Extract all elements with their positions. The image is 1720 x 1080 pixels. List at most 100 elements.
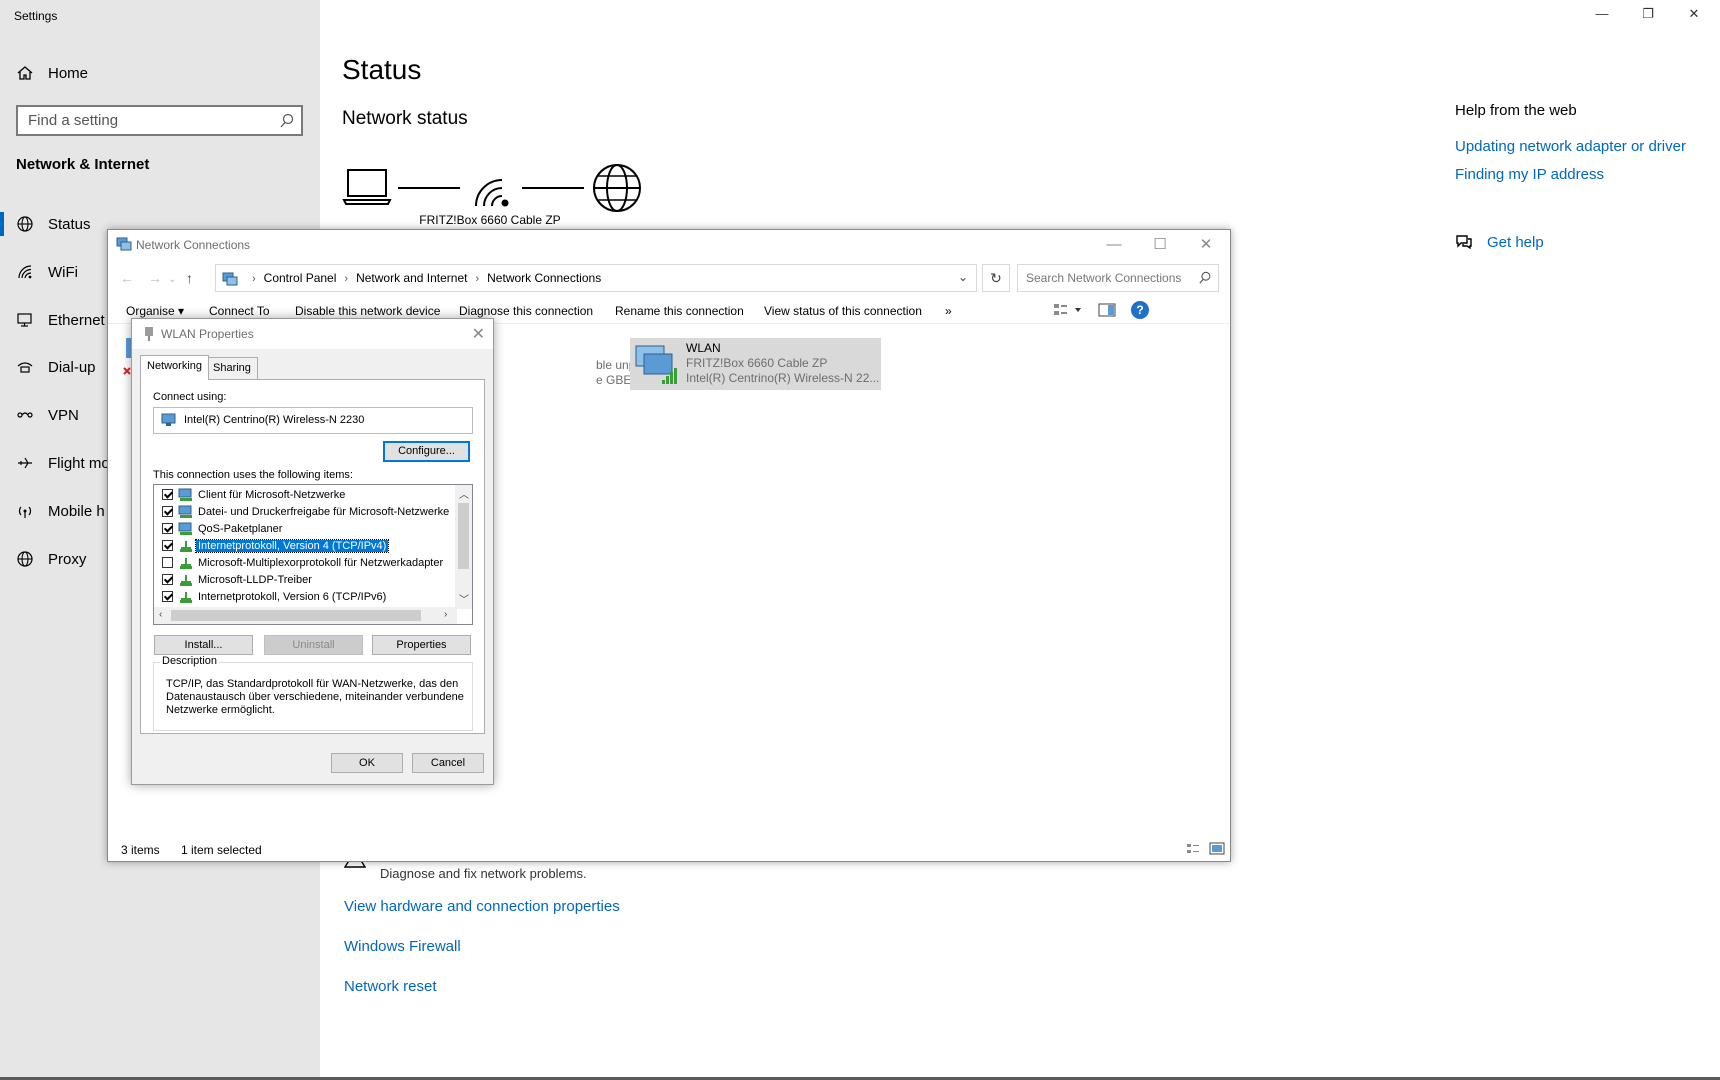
back-button[interactable]: ← [120,270,134,286]
item-label: Microsoft-LLDP-Treiber [198,573,312,586]
nav-home[interactable]: Home [0,53,320,93]
checkbox[interactable] [162,489,173,500]
checkbox[interactable] [162,523,173,534]
hotspot-icon [14,500,36,522]
configure-button[interactable]: Configure... [383,441,470,462]
help-link-find-ip[interactable]: Finding my IP address [1455,166,1604,183]
view-toggle-icons[interactable] [1186,842,1226,856]
dialog-title-bar[interactable]: WLAN Properties ✕ [132,319,493,349]
list-item-selected[interactable]: Internetprotokoll, Version 4 (TCP/IPv4) [154,537,454,554]
search-placeholder: Find a setting [28,112,119,129]
refresh-button[interactable]: ↻ [982,264,1010,292]
description-text: TCP/IP, das Standardprotokoll für WAN-Ne… [166,678,464,716]
breadcrumb-network-internet[interactable]: Network and Internet [356,271,467,285]
list-item[interactable]: Client für Microsoft-Netzwerke [154,486,454,503]
adapter-field: Intel(R) Centrino(R) Wireless-N 2230 [153,407,473,434]
checkbox[interactable] [162,574,173,585]
checkbox[interactable] [162,506,173,517]
wlan-connection-item[interactable]: WLAN FRITZ!Box 6660 Cable ZP Intel(R) Ce… [630,338,881,390]
organise-menu[interactable]: Organise ▾ [126,304,184,318]
help-link-update-driver[interactable]: Updating network adapter or driver [1455,138,1686,155]
scroll-down-icon[interactable]: ﹀ [459,591,469,606]
forward-button[interactable]: → [148,270,162,286]
scroll-up-icon[interactable]: ︿ [459,486,469,501]
checkbox[interactable] [162,591,173,602]
wlan-properties-dialog: WLAN Properties ✕ Networking Sharing Con… [131,318,494,785]
properties-button[interactable]: Properties [372,635,471,655]
checkbox[interactable] [162,540,173,551]
help-icon[interactable]: ? [1131,301,1149,319]
connect-using-label: Connect using: [153,391,227,403]
search-input[interactable]: Find a setting [16,105,303,136]
horizontal-scrollbar[interactable]: ‹ › [154,607,457,624]
search-input[interactable]: Search Network Connections [1017,264,1219,292]
network-reset-link[interactable]: Network reset [344,978,437,995]
more-commands-button[interactable]: » [945,304,952,318]
nav-item-label: Dial-up [48,358,96,376]
checkbox[interactable] [162,557,173,568]
vertical-scrollbar[interactable]: ︿ ﹀ [455,485,472,609]
wireless-adapter-icon [635,345,677,384]
tab-networking[interactable]: Networking [140,355,210,380]
search-icon [280,113,294,128]
item-label: Internetprotokoll, Version 6 (TCP/IPv6) [198,590,387,603]
tab-sharing[interactable]: Sharing [206,357,258,379]
breadcrumb-network-connections[interactable]: Network Connections [487,271,601,285]
minimize-button[interactable]: — [1092,232,1136,258]
components-list[interactable]: Client für Microsoft-Netzwerke Datei- un… [153,484,473,625]
scroll-left-icon[interactable]: ‹ [159,609,162,620]
list-item[interactable]: Microsoft-Multiplexorprotokoll für Netzw… [154,554,454,571]
restore-button[interactable]: ❐ [1628,6,1668,28]
help-heading: Help from the web [1455,102,1577,119]
list-item[interactable]: Microsoft-LLDP-Treiber [154,571,454,588]
disable-device-button[interactable]: Disable this network device [295,304,440,318]
router-wifi-icon [475,179,509,207]
list-item[interactable]: Datei- und Druckerfreigabe für Microsoft… [154,503,454,520]
up-button[interactable]: ↑ [186,270,193,286]
scroll-thumb[interactable] [171,610,421,621]
connect-to-button[interactable]: Connect To [209,304,270,318]
minimize-button[interactable]: — [1582,6,1622,28]
network-adapter-icon [161,413,176,426]
router-label: FRITZ!Box 6660 Cable ZP [419,213,561,227]
internet-globe-icon [593,164,641,212]
scroll-right-icon[interactable]: › [444,609,447,620]
adapter-name: Intel(R) Centrino(R) Wireless-N 2230 [184,414,365,426]
breadcrumb: › Control Panel › Network and Internet › Netw… [252,271,602,285]
ok-button[interactable]: OK [331,753,403,773]
window-title: Settings [14,9,58,23]
home-icon [14,62,36,84]
scroll-thumb[interactable] [458,503,469,569]
cancel-button[interactable]: Cancel [412,753,484,773]
get-help-link[interactable]: Get help [1455,233,1544,251]
chevron-down-icon[interactable]: ⌄ [958,270,968,284]
list-item[interactable]: Internetprotokoll, Version 6 (TCP/IPv6) [154,588,454,605]
close-button[interactable]: ✕ [472,324,485,344]
window-title: Network Connections [136,238,251,252]
close-button[interactable]: ✕ [1184,232,1228,258]
install-button[interactable]: Install... [154,635,253,655]
wlan-name: WLAN [686,341,721,355]
protocol-icon [180,574,192,586]
address-bar[interactable]: › Control Panel › Network and Internet › Netw… [215,264,977,292]
view-hardware-link[interactable]: View hardware and connection properties [344,898,620,915]
protocol-icon [180,557,192,569]
breadcrumb-control-panel[interactable]: Control Panel [264,271,337,285]
status-item-count: 3 items [121,843,160,857]
rename-button[interactable]: Rename this connection [615,304,744,318]
network-status-heading: Network status [342,108,468,129]
client-icon [178,488,192,501]
recent-dropdown[interactable]: ⌄ [168,274,176,285]
windows-firewall-link[interactable]: Windows Firewall [344,938,461,955]
change-view-button[interactable] [1053,302,1083,318]
title-bar[interactable]: Network Connections — ☐ ✕ [108,230,1230,260]
list-item[interactable]: QoS-Paketplaner [154,520,454,537]
network-connections-icon [116,237,132,251]
uninstall-button: Uninstall [264,635,363,655]
maximize-button[interactable]: ☐ [1138,232,1182,258]
close-button[interactable]: ✕ [1674,6,1714,28]
diagnose-button[interactable]: Diagnose this connection [459,304,593,318]
dialog-title: WLAN Properties [161,327,254,341]
preview-pane-button[interactable] [1098,302,1116,318]
view-status-button[interactable]: View status of this connection [764,304,922,318]
